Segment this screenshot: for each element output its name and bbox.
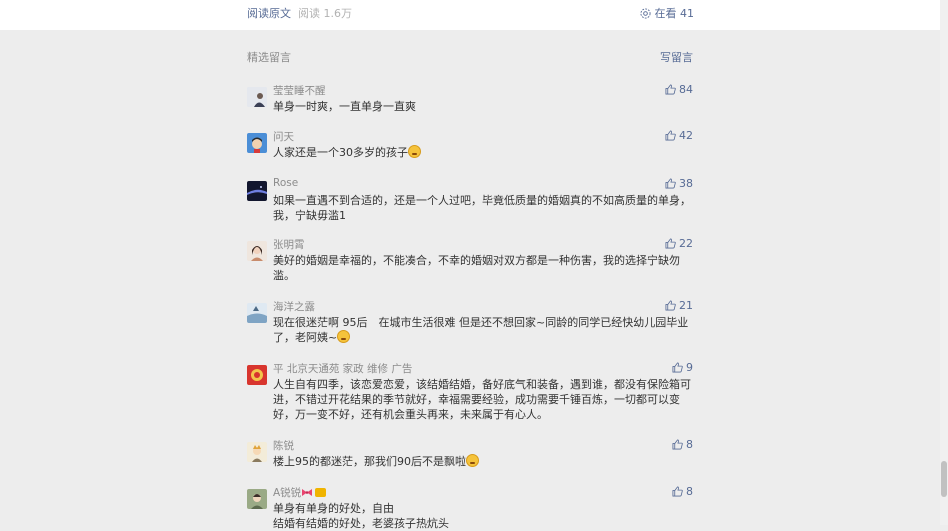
like-count: 8 — [686, 485, 693, 498]
avatar[interactable] — [247, 241, 267, 261]
flower-icon — [639, 7, 651, 19]
comment-text: 现在很迷茫啊 95后 在城市生活很难 但是还不想回家~同龄的同学已经快幼儿园毕业… — [273, 315, 693, 345]
thumbs-up-icon — [672, 439, 683, 450]
like-count: 21 — [679, 299, 693, 312]
avatar[interactable] — [247, 133, 267, 153]
thumbs-up-icon — [672, 486, 683, 497]
thumbs-up-icon — [665, 130, 676, 141]
comment-text-line: 结婚有结婚的好处，老婆孩子热炕头 — [273, 517, 449, 530]
comment-nickname[interactable]: 张明霄 — [273, 237, 305, 252]
read-original-link[interactable]: 阅读原文 — [247, 5, 291, 21]
comment-nickname[interactable]: 海洋之露 — [273, 299, 315, 314]
like-count: 42 — [679, 129, 693, 142]
page-scrollbar[interactable] — [940, 0, 948, 525]
avatar[interactable] — [247, 489, 267, 509]
avatar[interactable] — [247, 87, 267, 107]
like-count: 38 — [679, 177, 693, 190]
comment-text: 楼上95的都迷茫，那我们90后不是飘啦 — [273, 454, 693, 469]
comment-text: 人生自有四季，该恋爱恋爱，该结婚结婚，备好底气和装备，遇到谁，都没有保险箱可进，… — [273, 378, 691, 421]
scrollbar-thumb[interactable] — [941, 461, 947, 497]
comment-nickname[interactable]: 问天 — [273, 129, 294, 144]
smiling-emoji-icon — [337, 330, 351, 343]
comment-nickname[interactable]: A锐锐 — [273, 485, 327, 500]
like-button[interactable]: 21 — [665, 299, 693, 312]
watching-label: 在看 41 — [654, 7, 695, 20]
comment-text-value: 楼上95的都迷茫，那我们90后不是飘啦 — [273, 455, 466, 468]
thumbs-up-icon — [672, 362, 683, 373]
featured-comments-title: 精选留言 — [247, 51, 291, 64]
avatar[interactable] — [247, 303, 267, 323]
comments-header: 精选留言 写留言 — [247, 49, 693, 65]
comment-text: 美好的婚姻是幸福的，不能凑合，不幸的婚姻对双方都是一种伤害，我的选择宁缺勿滥。 — [273, 254, 680, 282]
grin-emoji-icon — [466, 454, 479, 467]
like-button[interactable]: 84 — [665, 83, 693, 96]
like-button[interactable]: 8 — [672, 485, 693, 498]
comment-nickname[interactable]: 莹莹睡不醒 — [273, 83, 326, 98]
comment-text-line: 单身有单身的好处，自由 — [273, 502, 394, 515]
avatar[interactable] — [247, 181, 267, 201]
write-comment-link[interactable]: 写留言 — [660, 49, 693, 65]
comment-nickname[interactable]: Rose — [273, 177, 298, 189]
read-count: 阅读 1.6万 — [298, 7, 352, 20]
like-button[interactable]: 42 — [665, 129, 693, 142]
comment-text: 单身一时爽，一直单身一直爽 — [273, 100, 416, 113]
watching-button[interactable]: 在看 41 — [639, 5, 695, 21]
nickname-text: A锐锐 — [273, 487, 302, 499]
avatar[interactable] — [247, 365, 267, 385]
like-count: 9 — [686, 361, 693, 374]
avatar[interactable] — [247, 442, 267, 462]
like-button[interactable]: 8 — [672, 438, 693, 451]
like-button[interactable]: 22 — [665, 237, 693, 250]
badge-icon — [315, 488, 327, 497]
comment-nickname[interactable]: 陈锐 — [273, 438, 294, 453]
like-count: 8 — [686, 438, 693, 451]
like-button[interactable]: 9 — [672, 361, 693, 374]
comment-text: 单身有单身的好处，自由结婚有结婚的好处，老婆孩子热炕头 — [273, 501, 693, 531]
like-count: 22 — [679, 237, 693, 250]
thumbs-up-icon — [665, 300, 676, 311]
thumbs-up-icon — [665, 84, 676, 95]
bow-icon — [302, 489, 313, 496]
thumbs-up-icon — [665, 238, 676, 249]
like-button[interactable]: 38 — [665, 177, 693, 190]
comment-text-value: 现在很迷茫啊 95后 在城市生活很难 但是还不想回家~同龄的同学已经快幼儿园毕业… — [273, 316, 689, 344]
article-footer-bar: 阅读原文 阅读 1.6万 在看 41 — [0, 0, 940, 30]
comment-text: 如果一直遇不到合适的，还是一个人过吧，毕竟低质量的婚姻真的不如高质量的单身，我，… — [273, 194, 691, 222]
laughing-emoji-icon — [408, 145, 421, 158]
comment-text: 人家还是一个30多岁的孩子 — [273, 145, 693, 160]
thumbs-up-icon — [665, 178, 676, 189]
like-count: 84 — [679, 83, 693, 96]
comment-nickname[interactable]: 平 北京天通苑 家政 维修 广告 — [273, 361, 412, 376]
comment-text-value: 人家还是一个30多岁的孩子 — [273, 146, 408, 159]
